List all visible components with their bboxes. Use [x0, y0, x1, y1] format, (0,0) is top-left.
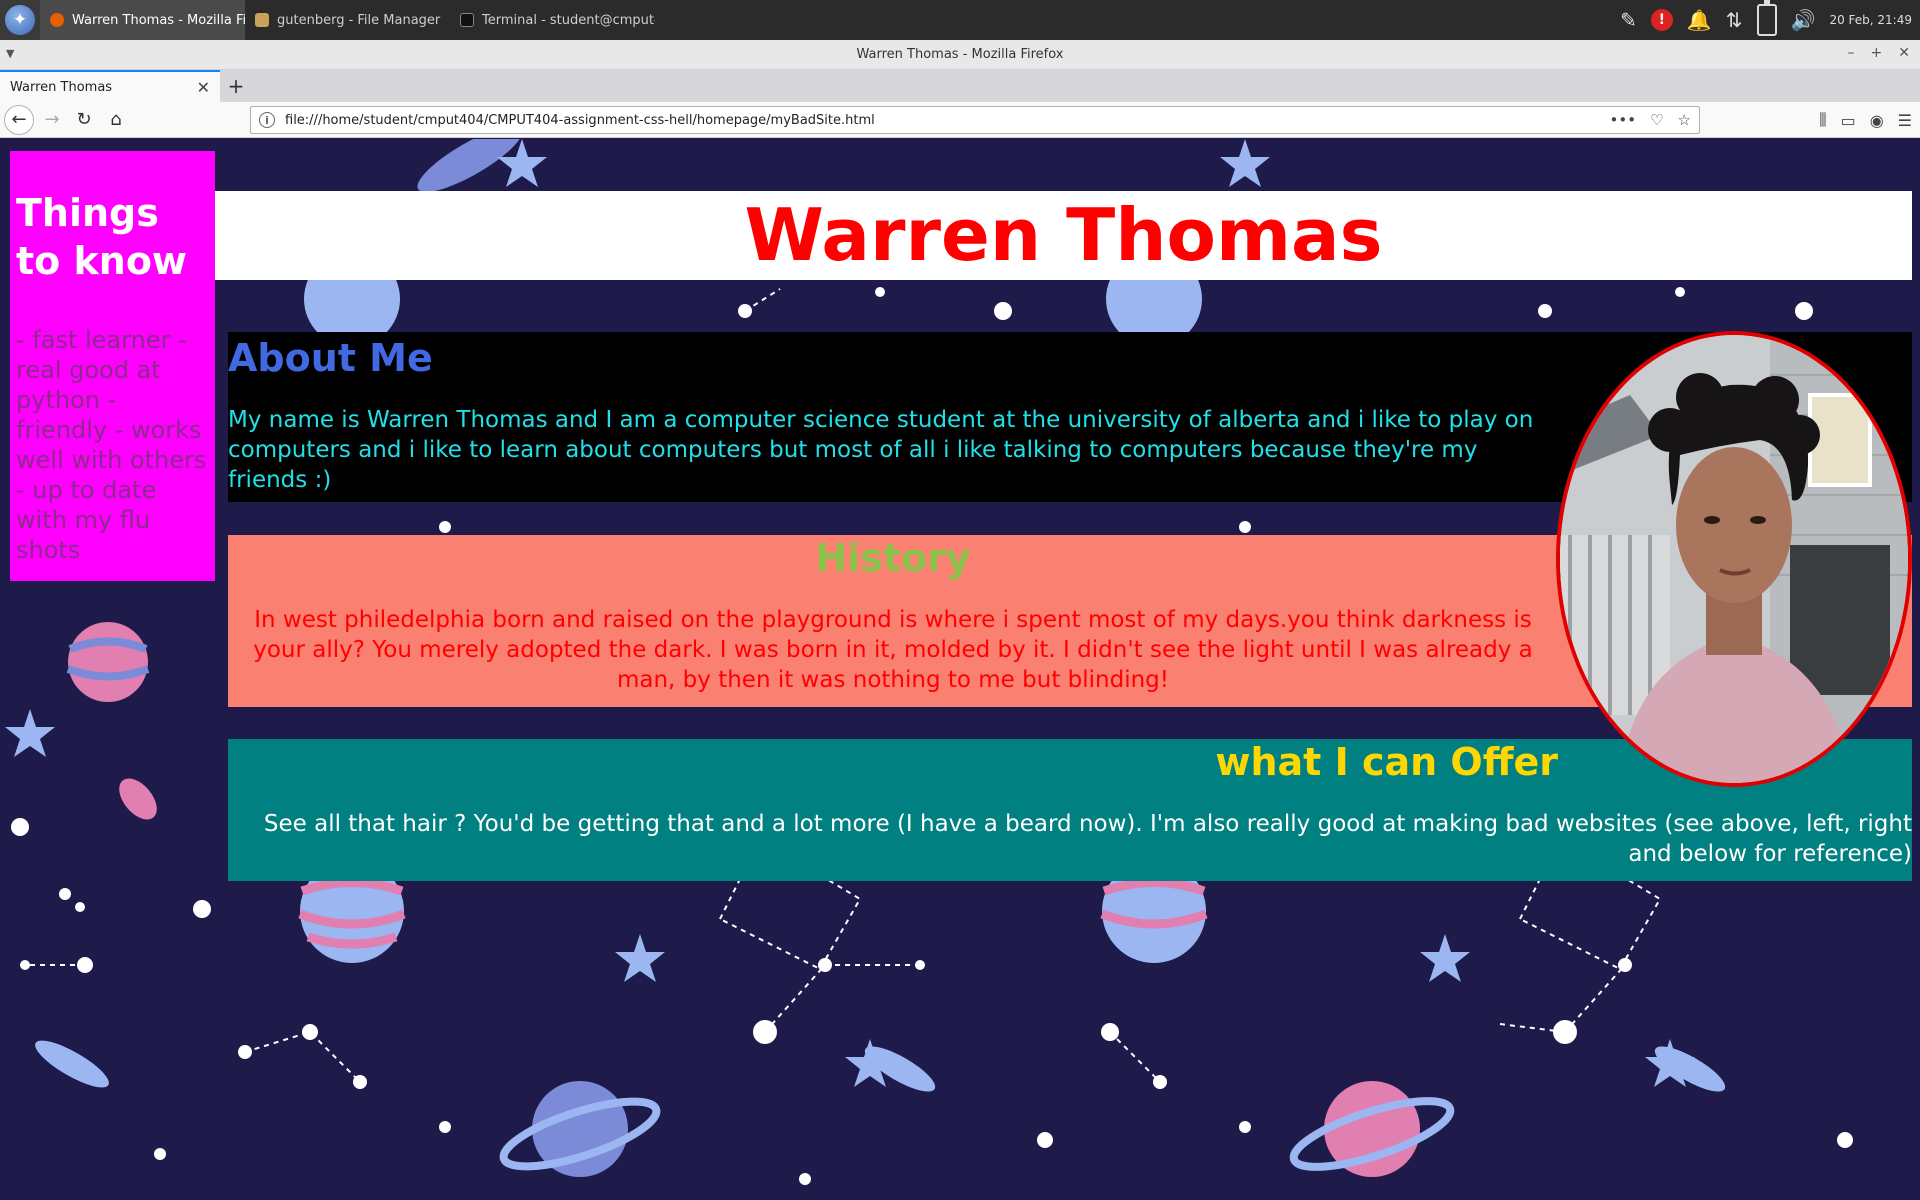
page-actions-icon[interactable]: •••	[1610, 111, 1637, 129]
things-to-know-sidebar: Things to know - fast learner - real goo…	[10, 151, 215, 581]
url-text[interactable]: file:///home/student/cmput404/CMPUT404-a…	[285, 113, 875, 128]
about-body: My name is Warren Thomas and I am a comp…	[228, 407, 1534, 493]
pocket-icon[interactable]: ♡	[1650, 111, 1663, 129]
library-icon[interactable]: ⫼	[1819, 110, 1826, 130]
taskbar-item-terminal[interactable]: Terminal - student@cmput40...	[450, 0, 655, 40]
page-viewport: Things to know - fast learner - real goo…	[0, 139, 1920, 1200]
ringed-planet-icon	[499, 1081, 661, 1177]
browser-nav-bar: ← → ↻ ⌂ i file:///home/student/cmput404/…	[0, 102, 1920, 138]
new-tab-icon[interactable]: +	[220, 70, 252, 102]
taskbar-item-firefox[interactable]: Warren Thomas - Mozilla Fir...	[40, 0, 245, 40]
profile-photo	[1556, 331, 1912, 787]
home-icon[interactable]: ⌂	[100, 104, 132, 136]
url-bar[interactable]: i file:///home/student/cmput404/CMPUT404…	[250, 106, 1700, 134]
window-controls: – + ✕	[1848, 45, 1910, 61]
minimize-icon[interactable]: –	[1848, 45, 1855, 61]
battery-icon[interactable]	[1756, 0, 1777, 36]
window-titlebar: ▼ Warren Thomas - Mozilla Firefox – + ✕	[0, 40, 1920, 70]
ringed-planet-icon	[1289, 1081, 1455, 1177]
system-tray: ✎ ! 🔔 ⇅ 🔊 20 Feb, 21:49	[1620, 0, 1920, 36]
account-icon[interactable]: ◉	[1870, 111, 1884, 130]
offer-body: See all that hair ? You'd be getting tha…	[263, 811, 1912, 867]
planet-icon	[66, 622, 150, 702]
toolbar-right: ⫼ ▭ ◉ ☰	[1819, 106, 1912, 134]
close-tab-icon[interactable]: ✕	[197, 78, 210, 97]
firefox-icon	[50, 13, 64, 27]
profile-photo-illustration	[1560, 335, 1908, 783]
clock[interactable]: 20 Feb, 21:49	[1829, 13, 1912, 27]
page-title: Warren Thomas	[744, 193, 1383, 277]
volume-icon[interactable]: 🔊	[1791, 8, 1816, 32]
window-menu-icon[interactable]: ▼	[6, 47, 14, 60]
taskbar-item-label: Warren Thomas - Mozilla Fir...	[72, 12, 245, 28]
close-window-icon[interactable]: ✕	[1898, 45, 1910, 61]
browser-tab-bar: Warren Thomas ✕ +	[0, 70, 1920, 102]
forward-arrow-icon[interactable]: →	[36, 104, 68, 136]
distro-logo-icon: ✦	[5, 5, 35, 35]
terminal-icon	[460, 13, 474, 27]
offer-heading: what I can Offer	[1215, 740, 1558, 784]
taskbar-item-label: Terminal - student@cmput40...	[482, 12, 655, 28]
tab-label: Warren Thomas	[10, 79, 113, 95]
sidebar-heading: Things to know	[16, 191, 188, 283]
notes-icon[interactable]: ✎	[1620, 8, 1637, 32]
page-header: Warren Thomas	[215, 191, 1912, 280]
sidebar-body: - fast learner - real good at python - f…	[16, 326, 207, 564]
hamburger-menu-icon[interactable]: ☰	[1898, 111, 1912, 130]
notification-bell-icon[interactable]: 🔔	[1687, 8, 1712, 32]
taskbar-item-file-manager[interactable]: gutenberg - File Manager	[245, 0, 450, 40]
network-transfer-icon[interactable]: ⇅	[1726, 8, 1743, 32]
back-arrow-icon[interactable]: ←	[4, 104, 34, 135]
maximize-icon[interactable]: +	[1871, 45, 1883, 61]
folder-icon	[255, 13, 269, 27]
sidebar-toggle-icon[interactable]: ▭	[1841, 111, 1856, 130]
alert-icon[interactable]: !	[1650, 9, 1673, 31]
url-actions: ••• ♡ ☆	[1610, 111, 1691, 129]
start-menu-button[interactable]: ✦	[0, 0, 40, 40]
site-info-icon[interactable]: i	[259, 112, 275, 128]
desktop-taskbar: ✦ Warren Thomas - Mozilla Fir... gutenbe…	[0, 0, 1920, 40]
reload-icon[interactable]: ↻	[68, 104, 100, 136]
browser-tab-active[interactable]: Warren Thomas ✕	[0, 70, 220, 102]
taskbar-item-label: gutenberg - File Manager	[277, 12, 441, 28]
window-title: Warren Thomas - Mozilla Firefox	[856, 47, 1064, 62]
history-heading: History	[815, 536, 971, 580]
history-body: In west philedelphia born and raised on …	[253, 607, 1533, 693]
bookmark-star-icon[interactable]: ☆	[1678, 111, 1691, 129]
